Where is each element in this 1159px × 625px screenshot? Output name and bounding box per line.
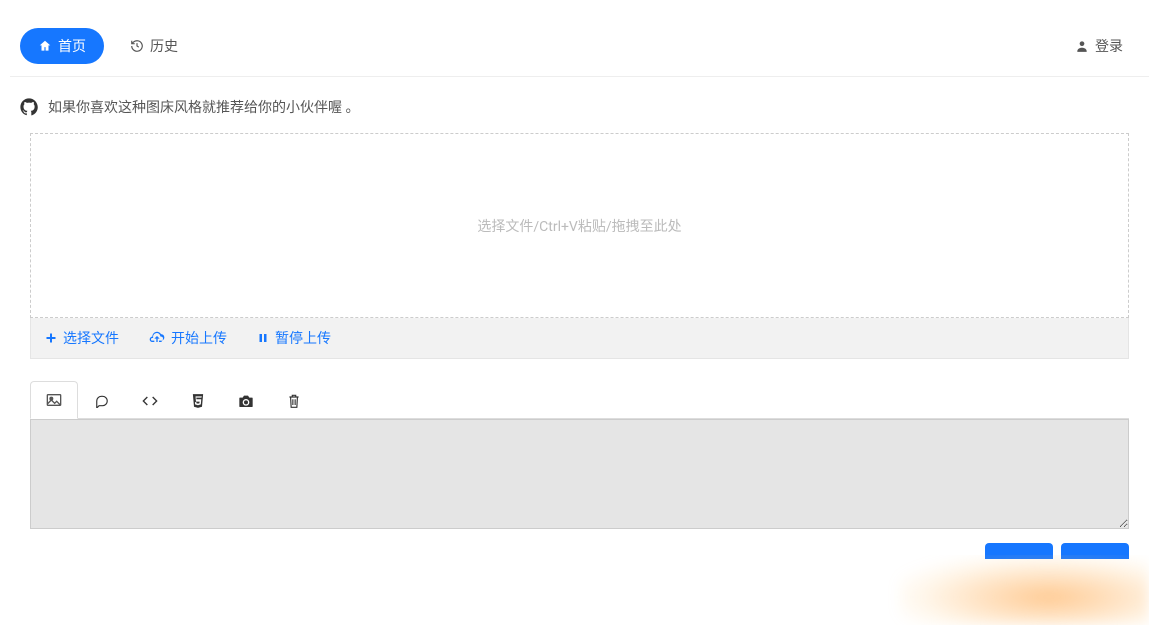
dropzone-hint: 选择文件/Ctrl+V粘贴/拖拽至此处	[477, 216, 681, 236]
bottom-decoration	[10, 555, 1149, 625]
nav-login-button[interactable]: 登录	[1075, 36, 1139, 56]
pause-upload-label: 暂停上传	[275, 328, 331, 348]
plus-icon	[45, 332, 57, 344]
output-tabs	[30, 381, 1129, 419]
history-icon	[130, 39, 144, 53]
select-file-button[interactable]: 选择文件	[45, 328, 119, 348]
output-textarea[interactable]	[30, 419, 1129, 529]
html5-icon	[191, 393, 205, 409]
tab-camera[interactable]	[222, 381, 270, 419]
navbar: 首页 历史 登录	[10, 0, 1149, 77]
tab-image[interactable]	[30, 381, 78, 419]
home-icon	[38, 39, 52, 53]
start-upload-label: 开始上传	[171, 328, 227, 348]
promo-text: 如果你喜欢这种图床风格就推荐给你的小伙伴喔 。	[48, 97, 359, 117]
nav-history-label: 历史	[150, 36, 178, 56]
select-file-label: 选择文件	[63, 328, 119, 348]
user-icon	[1075, 39, 1089, 53]
nav-left: 首页 历史	[20, 28, 196, 64]
tab-code[interactable]	[126, 381, 174, 419]
content-area: 选择文件/Ctrl+V粘贴/拖拽至此处 选择文件 开始上传 暂停上传	[10, 133, 1149, 559]
code-icon	[142, 394, 158, 408]
nav-home-button[interactable]: 首页	[20, 28, 104, 64]
image-icon	[46, 393, 62, 407]
pause-upload-button[interactable]: 暂停上传	[257, 328, 331, 348]
promo-row: 如果你喜欢这种图床风格就推荐给你的小伙伴喔 。	[10, 77, 1149, 133]
gradient-glow	[899, 555, 1149, 625]
tab-html5[interactable]	[174, 381, 222, 419]
comment-icon	[95, 394, 109, 408]
start-upload-button[interactable]: 开始上传	[149, 328, 227, 348]
upload-dropzone[interactable]: 选择文件/Ctrl+V粘贴/拖拽至此处	[30, 133, 1129, 318]
tab-delete[interactable]	[270, 381, 318, 419]
upload-actions-bar: 选择文件 开始上传 暂停上传	[30, 318, 1129, 359]
nav-login-label: 登录	[1095, 36, 1123, 56]
github-icon	[20, 98, 38, 116]
nav-history-button[interactable]: 历史	[112, 28, 196, 64]
tab-comment[interactable]	[78, 381, 126, 419]
camera-icon	[238, 394, 254, 408]
nav-home-label: 首页	[58, 36, 86, 56]
trash-icon	[287, 393, 301, 409]
pause-icon	[257, 332, 269, 344]
cloud-upload-icon	[149, 331, 165, 345]
